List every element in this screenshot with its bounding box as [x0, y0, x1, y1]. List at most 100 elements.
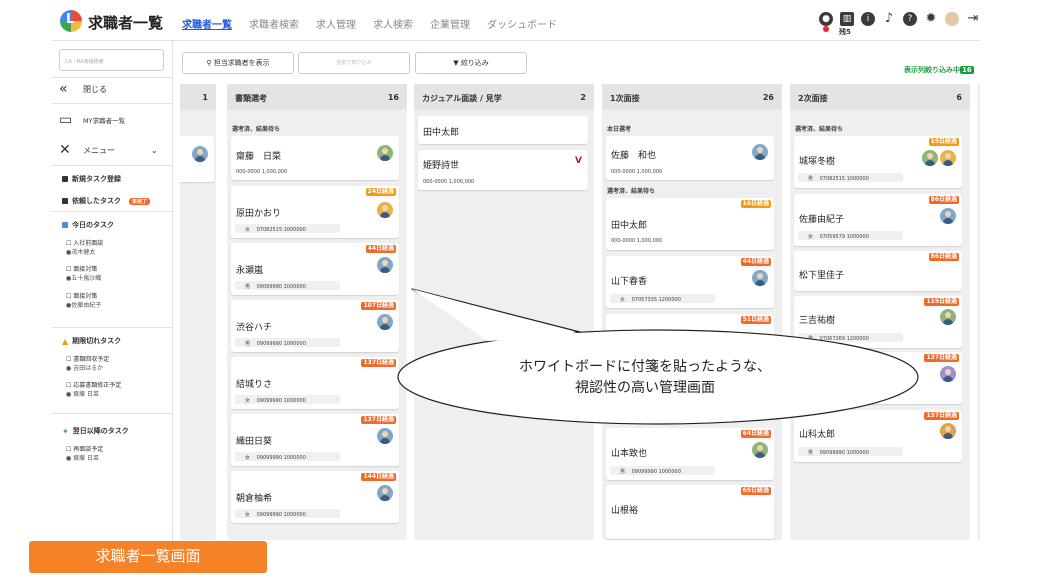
- elapsed-days-badge: 15日経過: [928, 138, 959, 146]
- divider: [52, 103, 173, 104]
- candidate-name: 山科太郎: [799, 430, 836, 440]
- candidate-card[interactable]: 86日経過 松下里佳子: [794, 251, 962, 291]
- page-title: 求職者一覧: [88, 14, 164, 32]
- task-assignee: ● 齋藤 日菜: [66, 455, 100, 462]
- candidate-card[interactable]: 田中太郎: [418, 116, 588, 144]
- user-avatar[interactable]: [945, 12, 959, 26]
- later-task-heading: ✦ 翌日以降のタスク: [62, 426, 129, 436]
- help-icon[interactable]: ?: [903, 12, 917, 26]
- section-heading: 選考済、結果待ち: [795, 126, 844, 133]
- candidate-tag: 女 09099990 1000000: [235, 509, 340, 518]
- candidate-card[interactable]: 144日経過 朝倉柚希 女 09099990 1000000: [231, 471, 399, 523]
- candidate-card[interactable]: 44日経過 永瀬嵐 男 09099990 1000000: [231, 243, 399, 295]
- logout-icon[interactable]: ⇥: [966, 12, 980, 26]
- candidate-card[interactable]: 64日経過 山本致也 男 09099990 1000000: [606, 428, 774, 480]
- candidate-name: 佐藤 和也: [611, 151, 657, 161]
- requested-badge: 未完了: [129, 197, 151, 205]
- candidate-card[interactable]: 86日経過 佐藤由紀子 女 07059579 1000000: [794, 194, 962, 246]
- candidate-name: 朝倉柚希: [236, 494, 273, 504]
- sprout-icon: ✦: [62, 426, 69, 436]
- menu-label: メニュー: [83, 145, 115, 155]
- elapsed-days-badge: 144日経過: [361, 473, 396, 481]
- candidate-info: 000-0000 1,000,000: [611, 238, 663, 244]
- column-casual-meeting: カジュアル面談 / 見学 2 田中太郎 姫野詩世 000-0000 1,000,0…: [414, 84, 594, 540]
- name-filter-input[interactable]: 名前で絞り込み: [298, 52, 410, 74]
- callout-line-2: 視認性の高い管理画面: [575, 380, 715, 396]
- candidate-card[interactable]: 119日経過 三吉祐樹 男 07067269 1200000: [794, 296, 962, 348]
- candidate-name: 城塚冬樹: [799, 157, 836, 167]
- candidate-name: 田中太郎: [611, 221, 648, 231]
- column-document-screening: 書類選考 16 選考済、結果待ち 齋藤 日菜 000-0000 1,000,000…: [227, 84, 407, 540]
- candidate-card[interactable]: 107日経過 渋谷ハチ 男 09099990 1000000: [231, 300, 399, 352]
- column-title: 書類選考: [235, 94, 267, 103]
- candidate-card[interactable]: 137日経過 織田日葵 女 09099990 1000000: [231, 414, 399, 466]
- section-heading: 本日選考: [607, 126, 632, 133]
- requested-task-link[interactable]: 依頼したタスク 未完了: [62, 196, 151, 206]
- candidate-tag: 男 09099990 1000000: [798, 447, 903, 456]
- nav-job-management[interactable]: 求人管理: [316, 16, 356, 31]
- funnel-icon: ▼: [453, 59, 459, 67]
- candidate-card[interactable]: 137日経過 結城りさ 女 09099990 1000000: [231, 357, 399, 409]
- task-item[interactable]: ☐ 再面談予定 ● 齋藤 日菜: [66, 445, 103, 463]
- show-owner-button[interactable]: ⚲ 担当求職者を表示: [182, 52, 294, 74]
- sidebar-search-input[interactable]: CA・RA両組検索: [59, 49, 164, 71]
- candidate-name: 織田日葵: [236, 437, 273, 447]
- elapsed-days-badge: 86日経過: [928, 196, 959, 204]
- candidate-name: 姫野詩世: [423, 161, 460, 171]
- callout-line-1: ホワイトボードに付箋を貼ったような、: [519, 359, 771, 375]
- candidate-card[interactable]: 姫野詩世 000-0000 1,000,000 V: [418, 150, 588, 190]
- person-filter-icon: ⚲: [206, 59, 212, 67]
- chevron-down-icon: ⌄: [151, 145, 158, 155]
- candidate-info: 000-0000 1,000,000: [611, 169, 663, 175]
- sidebar-item-menu[interactable]: ✕ メニュー ⌄: [59, 142, 158, 158]
- elapsed-days-badge: 137日経過: [924, 412, 959, 420]
- candidate-card[interactable]: [180, 136, 214, 182]
- gear-icon[interactable]: ✹: [924, 12, 938, 26]
- record-icon[interactable]: ●: [819, 12, 833, 32]
- candidate-card[interactable]: 佐藤 和也 000-0000 1,000,000: [606, 136, 774, 180]
- task-assignee: ●茂木健太: [66, 249, 96, 256]
- task-item[interactable]: ☐ 面接対策 ●佐藤由紀子: [66, 292, 101, 310]
- candidate-name: 松下里佳子: [799, 271, 845, 281]
- candidate-card[interactable]: 24日経過 原田かおり 女 07082515 1000000: [231, 186, 399, 238]
- candidate-card[interactable]: 44日経過 山下春香 女 07057335 1200000: [606, 256, 774, 308]
- candidate-card[interactable]: 15日経過 城塚冬樹 男 07082515 1000000: [794, 136, 962, 188]
- candidate-tag: 女 07059579 1000000: [798, 231, 903, 240]
- monitor-icon: ▭: [59, 112, 73, 128]
- divider: [52, 327, 173, 328]
- avatar: [940, 309, 956, 325]
- column-count: 26: [762, 93, 774, 102]
- candidate-tag: 男 09099990 1000000: [235, 281, 340, 290]
- candidate-card[interactable]: 137日経過 山科太郎 男 09099990 1000000: [794, 410, 962, 462]
- today-task-heading: 今日のタスク: [62, 220, 114, 230]
- filter-button[interactable]: ▼ 絞り込み: [415, 52, 527, 74]
- nav-dashboard[interactable]: ダッシュボード: [487, 16, 557, 31]
- task-title: 書類回収予定: [73, 356, 110, 363]
- nav-job-seekers[interactable]: 求職者一覧: [182, 16, 232, 31]
- task-item[interactable]: ☐ 面接対策 ●五十嵐沙織: [66, 265, 101, 283]
- later-task-label: 翌日以降のタスク: [72, 427, 129, 435]
- nav-seeker-search[interactable]: 求職者検索: [249, 16, 299, 31]
- nav-job-search[interactable]: 求人検索: [373, 16, 413, 31]
- candidate-tag: 女 07082515 1000000: [235, 224, 340, 233]
- task-item[interactable]: ☐ 応募書類修正予定 ● 齋藤 日菜: [66, 381, 121, 399]
- sidebar-item-my-list[interactable]: ▭ MY求職者一覧: [59, 112, 125, 128]
- elapsed-days-badge: 107日経過: [361, 302, 396, 310]
- nav-company-management[interactable]: 企業管理: [430, 16, 470, 31]
- columns-icon[interactable]: ▥ 残5: [839, 12, 854, 36]
- avatar: [377, 202, 393, 218]
- candidate-card[interactable]: 16日経過 田中太郎 000-0000 1,000,000: [606, 198, 774, 250]
- candidate-name: 佐藤由紀子: [799, 215, 845, 225]
- task-item[interactable]: ☐ 入社前面談 ●茂木健太: [66, 239, 103, 257]
- column-title: カジュアル面談 / 見学: [422, 94, 502, 103]
- app-logo[interactable]: [60, 10, 82, 32]
- bell-icon[interactable]: ♪: [882, 12, 896, 26]
- info-icon[interactable]: i: [861, 12, 875, 26]
- remaining-count: 残5: [839, 28, 851, 36]
- column-partial: 1: [180, 84, 216, 540]
- candidate-card[interactable]: 65日経過 山根裕: [606, 485, 774, 539]
- new-task-link[interactable]: 新規タスク登録: [62, 174, 121, 184]
- close-sidebar-button[interactable]: « 閉じる: [59, 81, 107, 97]
- task-item[interactable]: ☐ 書類回収予定 ● 吉田はるか: [66, 355, 109, 373]
- candidate-card[interactable]: 齋藤 日菜 000-0000 1,000,000: [231, 136, 399, 180]
